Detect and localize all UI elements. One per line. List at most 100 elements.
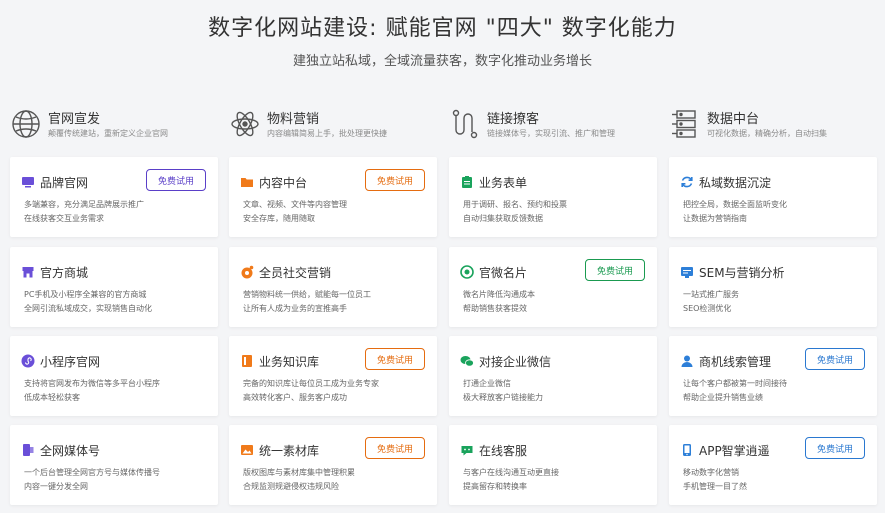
free-trial-button[interactable]: 免费试用 — [805, 437, 865, 459]
feature-card[interactable]: 私域数据沉淀把控全局，数据全面监听变化 让数据为营销指南 — [669, 157, 877, 237]
feature-card[interactable]: 全员社交营销 营销物料统一供给，赋能每一位员工 让所有人成为业务的宣推高手 — [229, 247, 437, 327]
category-1: 官网宣发颠覆传统建站，重新定义企业官网 — [10, 106, 220, 146]
clipboard-icon — [460, 175, 474, 189]
feature-title: 全网媒体号 — [40, 444, 101, 458]
feature-card[interactable]: 统一素材库版权图库与素材库集中管理积累 合规监测规避侵权违规风险 免费试用 — [229, 425, 437, 505]
feature-desc-line1: 支持将官网发布为微信等多平台小程序 — [24, 379, 160, 388]
feature-card[interactable]: 全网媒体号一个后台管理全网官方号与媒体传播号 内容一键分发全网 — [10, 425, 218, 505]
feature-desc-line1: 版权图库与素材库集中管理积累 — [243, 468, 355, 477]
feature-title: SEM与营销分析 — [699, 266, 785, 280]
feature-card[interactable]: 在线客服 与客户在线沟通互动更直接 提高留存和转换率 — [449, 425, 657, 505]
feature-card[interactable]: 官微名片微名片降低沟通成本 帮助销售获客提效 免费试用 — [449, 247, 657, 327]
category-desc: 链接媒体号，实现引流、推广和管理 — [487, 129, 615, 138]
feature-desc-line2: 帮助销售获客提效 — [463, 304, 527, 313]
feature-desc-line1: 完备的知识库让每位员工成为业务专家 — [243, 379, 379, 388]
feature-desc-line1: 文章、视频、文件等内容管理 — [243, 200, 347, 209]
refresh-icon — [680, 175, 694, 189]
book-icon — [240, 354, 254, 368]
user-icon — [680, 354, 694, 368]
feature-card[interactable]: 品牌官网多端兼容，充分满足品牌展示推广 在线获客交互业务需求 免费试用 — [10, 157, 218, 237]
feature-desc-line2: 让所有人成为业务的宣推高手 — [243, 304, 347, 313]
mini-program-icon — [21, 354, 35, 368]
category-desc: 内容编辑简易上手，批处理更快捷 — [267, 129, 387, 138]
category-title: 物料营销 — [267, 112, 320, 127]
feature-title: 内容中台 — [259, 176, 308, 190]
phone-icon — [680, 443, 694, 457]
feature-title: APP智掌逍遥 — [699, 444, 770, 458]
feature-desc-line2: 极大释放客户链接能力 — [463, 393, 543, 402]
feature-desc-line2: 在线获客交互业务需求 — [24, 214, 104, 223]
category-2: 物料营销内容编辑简易上手，批处理更快捷 — [229, 106, 439, 146]
category-4: 数据中台可视化数据，精确分析，自动扫集 — [669, 106, 879, 146]
free-trial-button[interactable]: 免费试用 — [585, 259, 645, 281]
feature-desc-line1: 把控全局，数据全面监听变化 — [683, 200, 787, 209]
category-desc: 颠覆传统建站，重新定义企业官网 — [48, 129, 168, 138]
free-trial-button[interactable]: 免费试用 — [365, 169, 425, 191]
feature-title: 对接企业微信 — [479, 355, 552, 369]
feature-title: 私域数据沉淀 — [699, 176, 772, 190]
globe-icon — [10, 108, 42, 140]
feature-desc-line2: 让数据为营销指南 — [683, 214, 747, 223]
card-icon — [460, 265, 474, 279]
feature-card[interactable]: 业务表单用于调研、报名、预约和投票 自动归集获取反馈数据 — [449, 157, 657, 237]
feature-desc-line1: 打通企业微信 — [463, 379, 511, 388]
feature-desc-line1: 用于调研、报名、预约和投票 — [463, 200, 567, 209]
monitor-icon — [21, 175, 35, 189]
folder-icon — [240, 175, 254, 189]
feature-desc-line2: 帮助企业提升销售业绩 — [683, 393, 763, 402]
feature-card[interactable]: APP智掌逍遥移动数字化营销 手机管理一目了然 免费试用 — [669, 425, 877, 505]
feature-title: 官微名片 — [479, 266, 528, 280]
free-trial-button[interactable]: 免费试用 — [365, 437, 425, 459]
chat-icon — [460, 443, 474, 457]
atom-icon — [229, 108, 261, 140]
wechat-icon — [460, 354, 474, 368]
analytics-icon — [680, 265, 694, 279]
feature-card[interactable]: 业务知识库完备的知识库让每位员工成为业务专家 高效转化客户、服务客户成功 免费试用 — [229, 336, 437, 416]
feature-desc-line2: 手机管理一目了然 — [683, 482, 747, 491]
feature-desc-line1: PC手机及小程序全兼容的官方商城 — [24, 290, 147, 299]
image-library-icon — [240, 443, 254, 457]
feature-card[interactable]: 商机线索管理让每个客户都被第一时间接待 帮助企业提升销售业绩 免费试用 — [669, 336, 877, 416]
feature-desc-line2: 全网引流私域成交，实现销售自动化 — [24, 304, 152, 313]
feature-desc-line1: 让每个客户都被第一时间接待 — [683, 379, 787, 388]
feature-title: 小程序官网 — [40, 355, 101, 369]
feature-desc-line2: 低成本轻松获客 — [24, 393, 80, 402]
feature-title: 商机线索管理 — [699, 355, 772, 369]
category-desc: 可视化数据，精确分析，自动扫集 — [707, 129, 827, 138]
feature-desc-line2: 提高留存和转换率 — [463, 482, 527, 491]
feature-desc-line1: 多端兼容，充分满足品牌展示推广 — [24, 200, 144, 209]
store-icon — [21, 265, 35, 279]
free-trial-button[interactable]: 免费试用 — [365, 348, 425, 370]
category-title: 链接撩客 — [487, 112, 540, 127]
link-path-icon — [449, 108, 481, 140]
page-title: 数字化网站建设: 赋能官网 "四大" 数字化能力 — [208, 16, 677, 41]
feature-card[interactable]: 对接企业微信打通企业微信极大释放客户链接能力 — [449, 336, 657, 416]
feature-card[interactable]: SEM与营销分析 一站式推广服务 SEO检测优化 — [669, 247, 877, 327]
feature-desc-line2: SEO检测优化 — [683, 304, 732, 313]
feature-title: 业务知识库 — [259, 355, 320, 369]
feature-card[interactable]: 内容中台文章、视频、文件等内容管理 安全存库，随用随取 免费试用 — [229, 157, 437, 237]
category-title: 数据中台 — [707, 112, 760, 127]
page-subtitle: 建独立站私域，全域流量获客，数字化推动业务增长 — [292, 54, 592, 69]
category-3: 链接撩客链接媒体号，实现引流、推广和管理 — [449, 106, 659, 146]
feature-card[interactable]: 小程序官网支持将官网发布为微信等多平台小程序 低成本轻松获客 — [10, 336, 218, 416]
feature-card[interactable]: 官方商城 PC手机及小程序全兼容的官方商城 全网引流私域成交，实现销售自动化 — [10, 247, 218, 327]
free-trial-button[interactable]: 免费试用 — [805, 348, 865, 370]
feature-desc-line2: 内容一键分发全网 — [24, 482, 88, 491]
feature-desc-line2: 自动归集获取反馈数据 — [463, 214, 543, 223]
feature-desc-line1: 微名片降低沟通成本 — [463, 290, 535, 299]
feature-title: 品牌官网 — [40, 176, 89, 190]
media-icon — [21, 443, 35, 457]
feature-desc-line1: 移动数字化营销 — [683, 468, 739, 477]
feature-desc-line2: 合规监测规避侵权违规风险 — [243, 482, 339, 491]
feature-desc-line2: 高效转化客户、服务客户成功 — [243, 393, 347, 402]
feature-title: 统一素材库 — [259, 444, 320, 458]
feature-desc-line1: 一个后台管理全网官方号与媒体传播号 — [24, 468, 160, 477]
feature-desc-line2: 安全存库，随用随取 — [243, 214, 315, 223]
server-icon — [669, 108, 701, 140]
free-trial-button[interactable]: 免费试用 — [146, 169, 206, 191]
feature-title: 在线客服 — [479, 444, 528, 458]
category-title: 官网宣发 — [48, 112, 101, 127]
feature-title: 官方商城 — [40, 266, 89, 280]
feature-title: 业务表单 — [479, 176, 528, 190]
